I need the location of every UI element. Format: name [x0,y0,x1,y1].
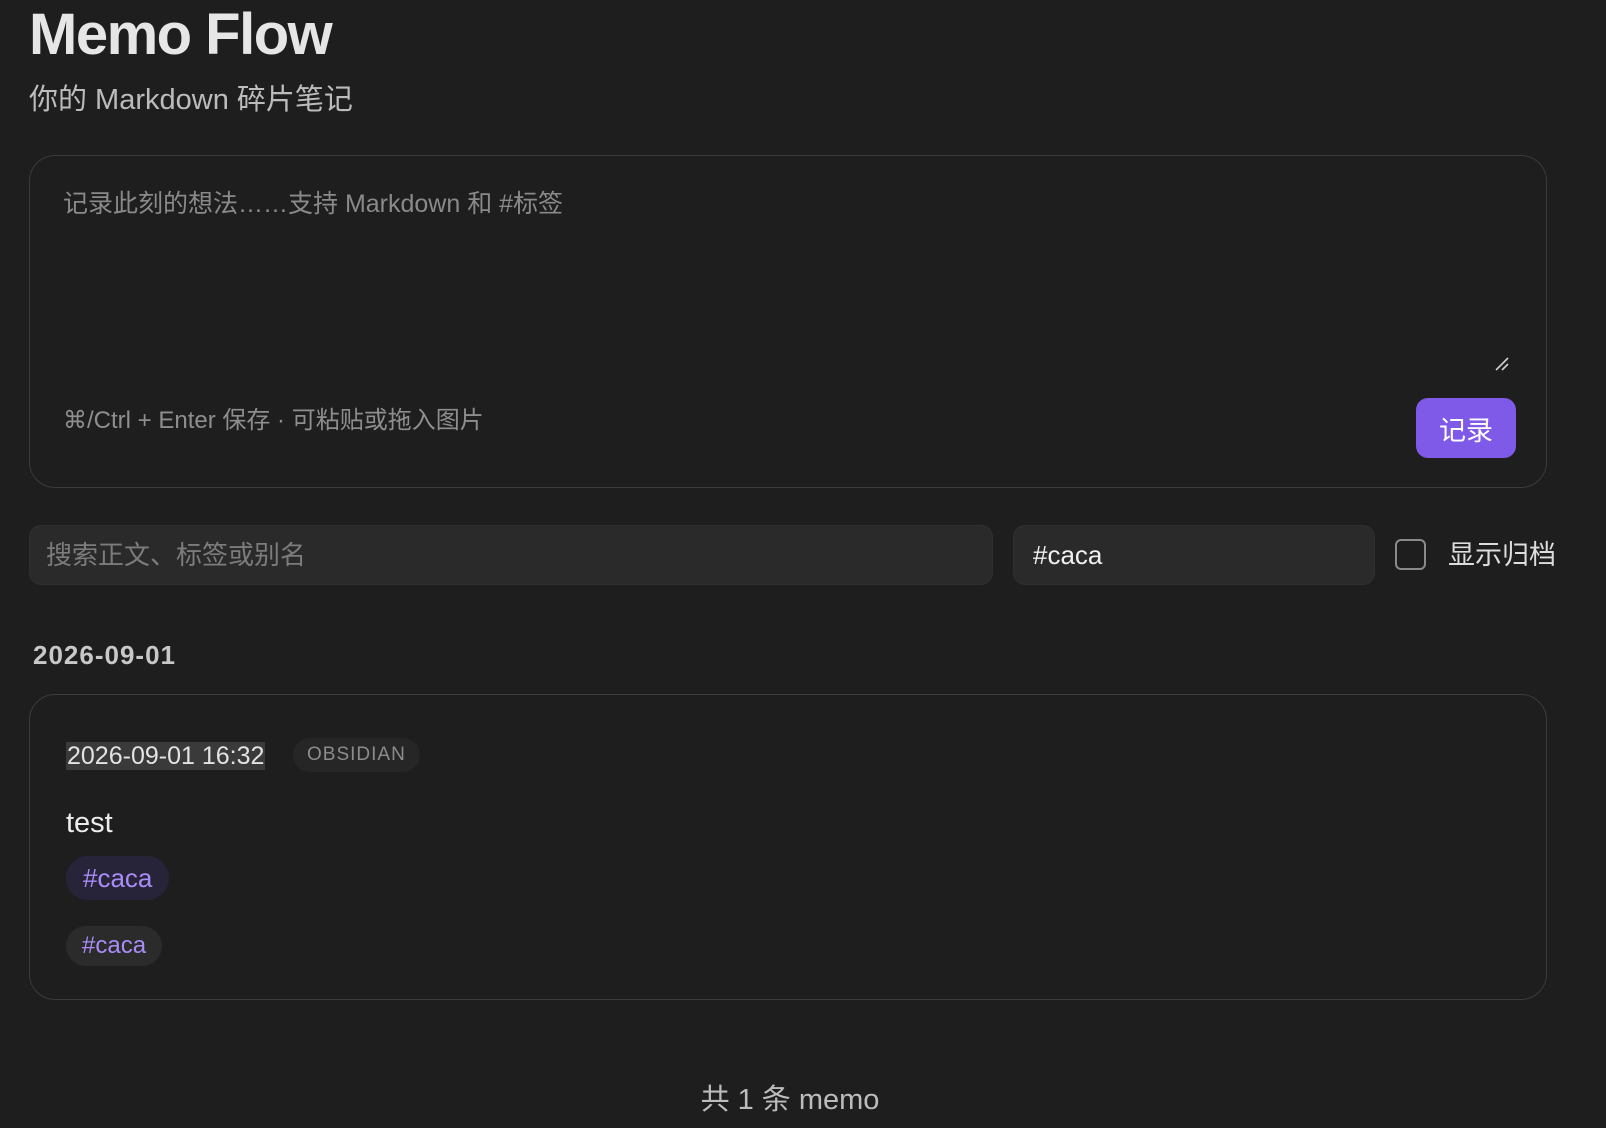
memo-flow-page: Memo Flow 你的 Markdown 碎片笔记 ⌘/Ctrl + Ente… [0,0,1606,1128]
memo-tag-chip[interactable]: #caca [66,926,163,966]
composer-shortcut-hint: ⌘/Ctrl + Enter 保存 · 可粘贴或拖入图片 [63,407,484,434]
save-memo-button[interactable]: 记录 [1416,398,1516,458]
memo-inline-tag[interactable]: #caca [66,856,170,900]
memo-count: 共 1 条 memo [700,1084,880,1116]
memo-card: 2026-09-01 16:32 OBSIDIAN test #caca #ca… [29,694,1547,1000]
show-archived-checkbox[interactable] [1395,539,1426,570]
composer-textarea-wrap [63,186,1509,531]
resize-handle-icon[interactable] [1494,356,1510,372]
search-input[interactable] [29,525,993,585]
tag-filter-input[interactable] [1013,525,1375,585]
memo-composer: ⌘/Ctrl + Enter 保存 · 可粘贴或拖入图片 记录 [29,155,1547,488]
app-title: Memo Flow [29,2,333,67]
memo-body-text: test [66,807,113,839]
app-subtitle: 你的 Markdown 碎片笔记 [29,84,353,116]
show-archived-label[interactable]: 显示归档 [1448,538,1556,572]
memo-input[interactable] [63,186,1509,368]
date-group-heading: 2026-09-01 [33,640,176,670]
memo-timestamp[interactable]: 2026-09-01 16:32 [66,742,266,770]
source-badge: OBSIDIAN [293,738,420,772]
